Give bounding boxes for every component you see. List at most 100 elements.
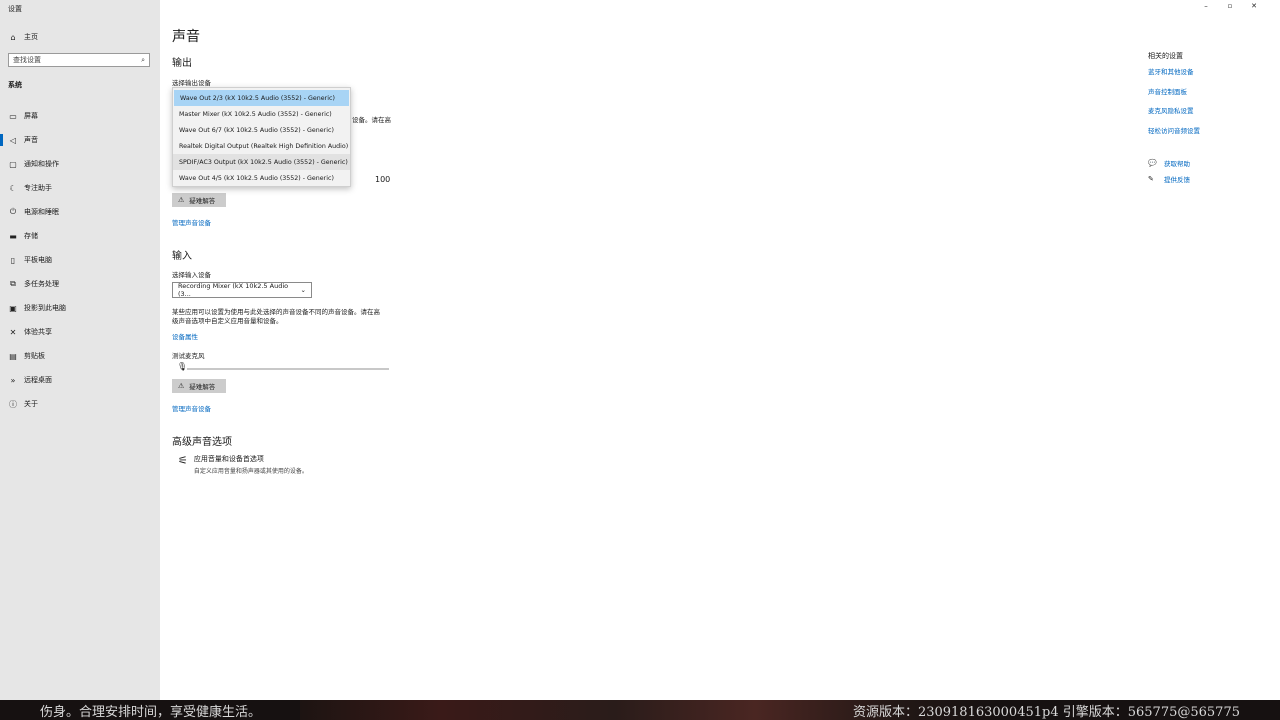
- sidebar-item-about[interactable]: ⓘ 关于: [0, 392, 160, 416]
- sidebar-item-label: 远程桌面: [24, 376, 52, 384]
- sidebar-item-label: 多任务处理: [24, 280, 59, 288]
- dropdown-option[interactable]: SPDIF/AC3 Output (kX 10k2.5 Audio (3552)…: [173, 154, 350, 170]
- multitask-icon: ⧉: [10, 279, 16, 288]
- related-settings-title: 相关的设置: [1148, 52, 1183, 60]
- warning-icon: ⚠: [178, 382, 185, 390]
- get-help-label: 获取帮助: [1164, 160, 1190, 168]
- output-manage-devices-link[interactable]: 管理声音设备: [172, 217, 211, 227]
- microphone-icon: 🎙: [177, 362, 188, 371]
- sidebar-home-label: 主页: [24, 33, 38, 41]
- sidebar-item-tablet[interactable]: ▯ 平板电脑: [0, 248, 160, 272]
- bottom-banner: 伤身。合理安排时间，享受健康生活。 资源版本：23091816300045‌1p…: [0, 700, 1280, 720]
- speaker-icon: ◁: [9, 135, 17, 145]
- sidebar-item-label: 存储: [24, 232, 38, 240]
- sound-control-panel-link[interactable]: 声音控制面板: [1148, 86, 1268, 106]
- share-icon: ✕: [9, 327, 17, 337]
- sidebar-item-label: 剪贴板: [24, 352, 45, 360]
- help-section: 💬 获取帮助 ✎ 提供反馈: [1148, 155, 1190, 187]
- input-device-select[interactable]: Recording Mixer (kX 10k2.5 Audio (3... ⌄: [172, 282, 312, 298]
- sidebar-item-notifications[interactable]: ▢ 通知和操作: [0, 152, 160, 176]
- chat-icon: 💬: [1148, 159, 1157, 167]
- banner-right-text: 资源版本：23091816300045‌1p4 引擎版本：565775@5657…: [852, 704, 1240, 720]
- sidebar: 设置 ⌂ 主页 查找设置 ⌕ 系统 ▭ 屏幕 ◁ 声音 ▢ 通知和操作 ☾ 专注助手 ⏻…: [0, 0, 160, 700]
- sidebar-item-display[interactable]: ▭ 屏幕: [0, 104, 160, 128]
- dropdown-option[interactable]: Wave Out 6/7 (kX 10k2.5 Audio (3552) - G…: [173, 122, 350, 138]
- device-properties-link[interactable]: 设备属性: [172, 331, 198, 341]
- output-heading: 输出: [172, 58, 192, 69]
- sidebar-item-clipboard[interactable]: ▤ 剪贴板: [0, 344, 160, 368]
- search-input[interactable]: 查找设置 ⌕: [8, 53, 150, 67]
- sidebar-item-shared-experiences[interactable]: ✕ 体验共享: [0, 320, 160, 344]
- output-device-dropdown[interactable]: Wave Out 2/3 (kX 10k2.5 Audio (3552) - G…: [172, 87, 351, 187]
- troubleshoot-label: 疑难解答: [189, 383, 216, 391]
- banner-left-text: 伤身。合理安排时间，享受健康生活。: [40, 704, 262, 720]
- maximize-button[interactable]: ▫: [1218, 2, 1242, 10]
- dropdown-option[interactable]: Master Mixer (kX 10k2.5 Audio (3552) - G…: [173, 106, 350, 122]
- sidebar-item-label: 电源和睡眠: [24, 208, 59, 216]
- sidebar-item-label: 关于: [24, 400, 38, 408]
- sidebar-home[interactable]: ⌂ 主页: [8, 31, 38, 43]
- sidebar-item-sound[interactable]: ◁ 声音: [0, 128, 160, 152]
- output-desc-fragment: 设备。请在高: [352, 116, 391, 124]
- search-icon: ⌕: [141, 55, 145, 64]
- advanced-heading: 高级声音选项: [172, 437, 232, 448]
- input-desc-line2: 级声音选项中自定义应用音量和设备。: [172, 317, 283, 325]
- app-volume-desc: 自定义应用音量和扬声器或其使用的设备。: [193, 468, 308, 475]
- dropdown-option[interactable]: Wave Out 4/5 (kX 10k2.5 Audio (3552) - G…: [173, 170, 350, 186]
- mic-level-meter: 🎙: [177, 362, 389, 374]
- dropdown-option[interactable]: Wave Out 2/3 (kX 10k2.5 Audio (3552) - G…: [174, 90, 349, 106]
- minimize-button[interactable]: –: [1194, 2, 1218, 10]
- input-troubleshoot-button[interactable]: ⚠ 疑难解答: [172, 379, 226, 393]
- troubleshoot-label: 疑难解答: [189, 197, 216, 205]
- sidebar-item-remote-desktop[interactable]: » 远程桌面: [0, 368, 160, 392]
- ease-of-access-audio-link[interactable]: 轻松访问音频设置: [1148, 125, 1268, 145]
- test-mic-label: 测试麦克风: [172, 352, 205, 360]
- sidebar-item-label: 通知和操作: [24, 160, 59, 168]
- notification-icon: ▢: [9, 159, 17, 169]
- feedback-icon: ✎: [1148, 175, 1154, 183]
- get-help-link[interactable]: 💬 获取帮助: [1148, 155, 1190, 171]
- sidebar-item-power[interactable]: ⏻ 电源和睡眠: [0, 200, 160, 224]
- sidebar-item-label: 屏幕: [24, 112, 38, 120]
- output-troubleshoot-button[interactable]: ⚠ 疑难解答: [172, 193, 226, 207]
- search-placeholder: 查找设置: [13, 56, 41, 64]
- volume-value: 100: [375, 175, 391, 184]
- power-icon: ⏻: [9, 207, 17, 216]
- sidebar-item-storage[interactable]: ▬ 存储: [0, 224, 160, 248]
- moon-icon: ☾: [9, 183, 17, 193]
- sidebar-item-multitasking[interactable]: ⧉ 多任务处理: [0, 272, 160, 296]
- mic-privacy-link[interactable]: 麦克风隐私设置: [1148, 105, 1268, 125]
- mic-level-track: [187, 368, 389, 370]
- projector-icon: ▣: [9, 303, 17, 313]
- warning-icon: ⚠: [178, 196, 185, 204]
- app-volume-preferences[interactable]: ⚟ 应用音量和设备首选项 自定义应用音量和扬声器或其使用的设备。: [178, 454, 308, 475]
- feedback-link[interactable]: ✎ 提供反馈: [1148, 171, 1190, 187]
- sidebar-section-label: 系统: [8, 81, 22, 89]
- bluetooth-devices-link[interactable]: 蓝牙和其他设备: [1148, 66, 1268, 86]
- sidebar-item-projecting[interactable]: ▣ 投影到此电脑: [0, 296, 160, 320]
- remote-icon: »: [10, 375, 16, 385]
- close-button[interactable]: ✕: [1242, 2, 1266, 10]
- sliders-icon: ⚟: [178, 454, 188, 467]
- chevron-down-icon: ⌄: [300, 286, 306, 294]
- clipboard-icon: ▤: [9, 351, 17, 361]
- sidebar-item-label: 平板电脑: [24, 256, 52, 264]
- output-select-label: 选择输出设备: [172, 79, 211, 87]
- input-heading: 输入: [172, 251, 192, 262]
- dropdown-option[interactable]: Realtek Digital Output (Realtek High Def…: [173, 138, 350, 154]
- sidebar-item-label: 声音: [24, 136, 38, 144]
- window-controls: – ▫ ✕: [1194, 2, 1266, 10]
- home-icon: ⌂: [10, 32, 16, 42]
- sidebar-item-label: 投影到此电脑: [24, 304, 66, 312]
- input-manage-devices-link[interactable]: 管理声音设备: [172, 403, 211, 413]
- monitor-icon: ▭: [9, 111, 17, 121]
- storage-icon: ▬: [9, 231, 17, 241]
- info-icon: ⓘ: [9, 399, 17, 409]
- related-settings: 相关的设置 蓝牙和其他设备 声音控制面板 麦克风隐私设置 轻松访问音频设置: [1148, 51, 1268, 144]
- tablet-icon: ▯: [10, 255, 16, 265]
- page-title: 声音: [172, 29, 200, 45]
- app-volume-title: 应用音量和设备首选项: [193, 455, 264, 463]
- sidebar-item-focus[interactable]: ☾ 专注助手: [0, 176, 160, 200]
- input-device-value: Recording Mixer (kX 10k2.5 Audio (3...: [178, 282, 289, 298]
- window-title: 设置: [8, 5, 22, 13]
